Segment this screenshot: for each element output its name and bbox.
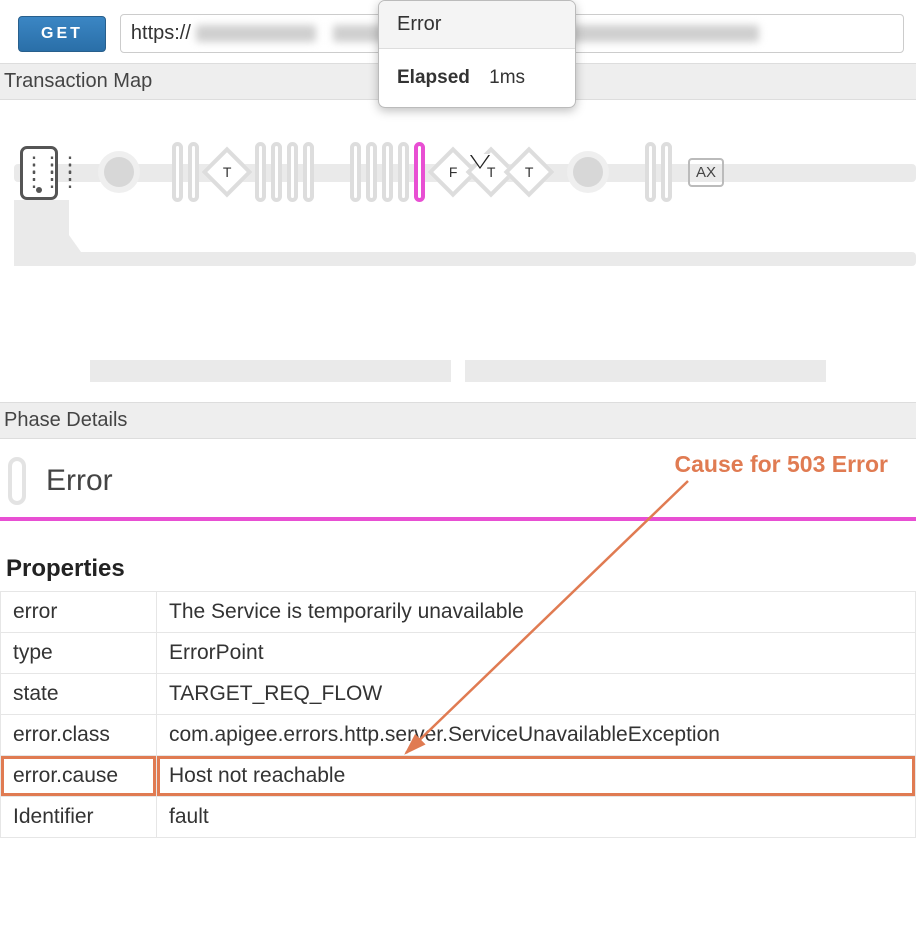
step-bar[interactable] [382,142,393,202]
placeholder-bar-icon [465,360,826,382]
property-row: errorThe Service is temporarily unavaila… [1,592,916,633]
flow-nodes: T F T T AX [104,142,724,202]
tooltip-elapsed-label: Elapsed [397,67,470,88]
target-endpoint-icon[interactable] [573,157,603,187]
property-row: error.classcom.apigee.errors.http.server… [1,715,916,756]
property-value: com.apigee.errors.http.server.ServiceUna… [157,715,916,756]
property-key: error [1,592,157,633]
step-bar[interactable] [172,142,183,202]
step-bar[interactable] [661,142,672,202]
tooltip-elapsed-value: 1ms [489,67,525,88]
step-bar[interactable] [188,142,199,202]
step-bar[interactable] [287,142,298,202]
property-value: fault [157,797,916,838]
transaction-map: T F T T AX [0,100,916,300]
property-row: Identifierfault [1,797,916,838]
step-bar[interactable] [255,142,266,202]
tooltip-error: Error Elapsed 1ms [378,0,576,108]
property-key: state [1,674,157,715]
properties-table: errorThe Service is temporarily unavaila… [0,591,916,838]
url-prefix: https:// [131,22,191,44]
property-value: Host not reachable [157,756,916,797]
step-bar[interactable] [303,142,314,202]
flow-return-icon [14,252,916,266]
tooltip-body: Elapsed 1ms [379,49,575,107]
property-key: Identifier [1,797,157,838]
property-value: ErrorPoint [157,633,916,674]
tooltip-title: Error [379,1,575,49]
property-row: error.causeHost not reachable [1,756,916,797]
phase-detail-panel: Error Cause for 503 Error Properties err… [0,439,916,838]
property-value: The Service is temporarily unavailable [157,592,916,633]
analytics-badge[interactable]: AX [688,158,724,187]
step-bar[interactable] [366,142,377,202]
client-device-icon [20,146,58,200]
property-row: typeErrorPoint [1,633,916,674]
url-mask-1 [196,25,316,42]
placeholder-bar-icon [90,360,451,382]
step-bar[interactable] [350,142,361,202]
property-key: error.class [1,715,157,756]
step-bar[interactable] [645,142,656,202]
step-bar[interactable] [398,142,409,202]
property-row: stateTARGET_REQ_FLOW [1,674,916,715]
phase-step-icon [8,457,26,505]
property-value: TARGET_REQ_FLOW [157,674,916,715]
phase-name: Error [46,464,113,498]
step-bar-selected[interactable] [414,142,425,202]
properties-heading: Properties [0,521,916,591]
annotation-label: Cause for 503 Error [675,451,888,478]
step-bar[interactable] [271,142,282,202]
property-key: type [1,633,157,674]
condition-diamond[interactable]: T [504,147,555,198]
proxy-endpoint-icon[interactable] [104,157,134,187]
tooltip-caret-icon [470,155,490,169]
property-key: error.cause [1,756,157,797]
http-method-button[interactable]: GET [18,16,106,52]
placeholder-region [0,300,916,402]
section-phase-details: Phase Details [0,402,916,439]
condition-diamond[interactable]: T [202,147,253,198]
